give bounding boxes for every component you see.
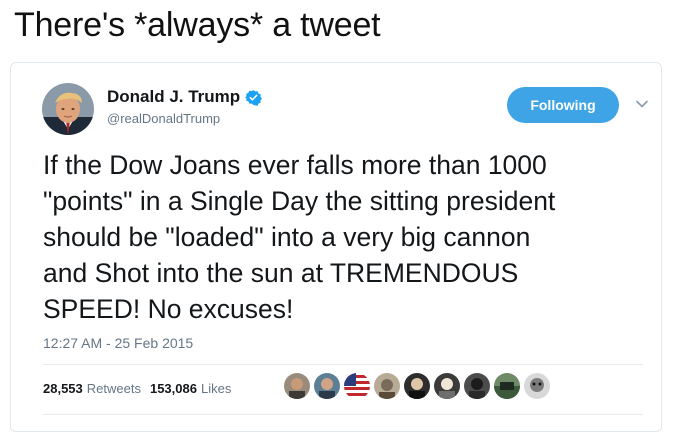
chevron-down-icon[interactable] <box>635 97 649 111</box>
liker-avatar[interactable] <box>374 373 400 399</box>
retweets-count: 28,553 <box>43 381 83 396</box>
verified-badge-icon <box>245 89 263 106</box>
tweet-text-line: SPEED! No excuses! <box>43 294 294 324</box>
tweet-timestamp[interactable]: 12:27 AM - 25 Feb 2015 <box>43 335 193 351</box>
liker-avatar[interactable] <box>344 373 370 399</box>
likes-label: Likes <box>200 381 232 396</box>
tweet-text-line: "points" in a Single Day the sitting pre… <box>43 186 556 216</box>
liker-avatar[interactable] <box>404 373 430 399</box>
meme-caption: There's *always* a tweet <box>14 6 381 44</box>
author-name-row: Donald J. Trump <box>107 87 263 107</box>
avatar[interactable] <box>42 83 94 135</box>
liker-avatar[interactable] <box>464 373 490 399</box>
tweet-stats: 28,553 Retweets 153,086 Likes <box>43 381 240 396</box>
retweets-label: Retweets <box>86 381 141 396</box>
liker-avatar[interactable] <box>524 373 550 399</box>
tweet-text-line: and Shot into the sun at TREMENDOUS <box>43 258 519 288</box>
tweet-text-line: should be "loaded" into a very big canno… <box>43 222 531 252</box>
liker-avatar[interactable] <box>434 373 460 399</box>
tweet-text: If the Dow Joans ever falls more than 10… <box>43 147 643 327</box>
liker-avatar[interactable] <box>284 373 310 399</box>
divider <box>43 364 643 365</box>
liker-avatars <box>284 373 554 399</box>
liker-avatar[interactable] <box>314 373 340 399</box>
author-display-name[interactable]: Donald J. Trump <box>107 87 240 107</box>
author-handle[interactable]: @realDonaldTrump <box>107 111 220 126</box>
following-button[interactable]: Following <box>507 87 619 123</box>
likes-stat[interactable]: 153,086 Likes <box>150 381 231 396</box>
tweet-text-line: If the Dow Joans ever falls more than 10… <box>43 150 547 180</box>
liker-avatar[interactable] <box>494 373 520 399</box>
divider <box>43 414 643 415</box>
tweet-card: Donald J. Trump @realDonaldTrump Followi… <box>10 62 662 432</box>
retweets-stat[interactable]: 28,553 Retweets <box>43 381 141 396</box>
likes-count: 153,086 <box>149 381 197 396</box>
